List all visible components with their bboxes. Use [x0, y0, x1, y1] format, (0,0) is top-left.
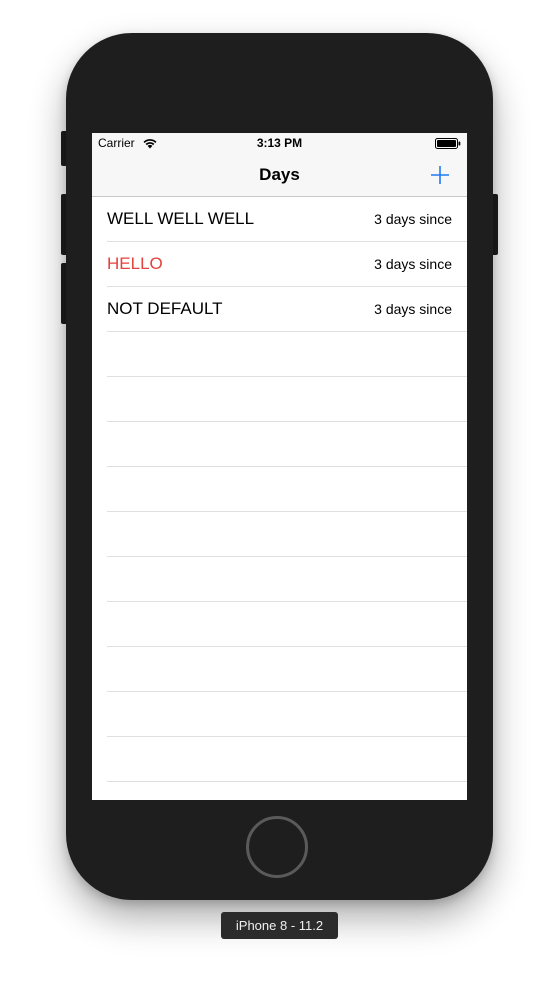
row-title: NOT DEFAULT: [107, 299, 223, 318]
simulator-stage: Carrier 3:13 PM Days WELL WELL WELL 3 da…: [0, 0, 559, 981]
empty-row: [107, 737, 467, 782]
days-table: WELL WELL WELL 3 days since HELLO 3 days…: [92, 197, 467, 782]
table-row[interactable]: WELL WELL WELL 3 days since: [107, 197, 467, 242]
device-screen: Carrier 3:13 PM Days WELL WELL WELL 3 da…: [92, 133, 467, 800]
home-button[interactable]: [246, 816, 308, 878]
empty-row: [107, 602, 467, 647]
device-label: iPhone 8 - 11.2: [221, 912, 338, 939]
empty-row: [107, 377, 467, 422]
empty-row: [107, 332, 467, 377]
row-detail: 3 days since: [374, 256, 452, 272]
empty-row: [107, 647, 467, 692]
empty-row: [107, 422, 467, 467]
status-bar: Carrier 3:13 PM: [92, 133, 467, 153]
navigation-bar: Days: [92, 153, 467, 197]
table-row[interactable]: NOT DEFAULT 3 days since: [107, 287, 467, 332]
row-detail: 3 days since: [374, 301, 452, 317]
battery-full-icon: [435, 138, 461, 149]
table-row[interactable]: HELLO 3 days since: [107, 242, 467, 287]
page-title: Days: [259, 165, 300, 184]
row-detail: 3 days since: [374, 211, 452, 227]
row-title: HELLO: [107, 254, 163, 273]
empty-row: [107, 692, 467, 737]
status-time: 3:13 PM: [256, 136, 303, 150]
empty-row: [107, 557, 467, 602]
empty-row: [107, 512, 467, 557]
empty-row: [107, 467, 467, 512]
plus-icon: [431, 166, 449, 184]
add-button[interactable]: [428, 163, 452, 187]
row-title: WELL WELL WELL: [107, 209, 255, 228]
